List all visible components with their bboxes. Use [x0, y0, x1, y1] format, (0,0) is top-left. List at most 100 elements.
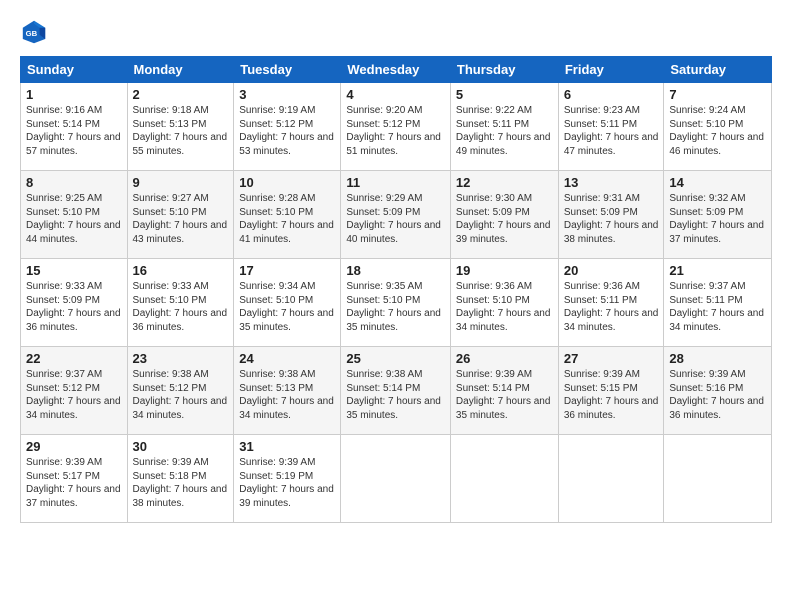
calendar-cell: [664, 435, 772, 523]
day-info: Sunrise: 9:25 AM Sunset: 5:10 PM Dayligh…: [26, 192, 122, 246]
calendar-week-row: 29 Sunrise: 9:39 AM Sunset: 5:17 PM Dayli…: [21, 435, 772, 523]
day-number: 10: [239, 175, 335, 190]
day-number: 28: [669, 351, 766, 366]
day-info: Sunrise: 9:18 AM Sunset: 5:13 PM Dayligh…: [133, 104, 229, 158]
calendar-cell: 2Sunrise: 9:18 AM Sunset: 5:13 PM Daylig…: [127, 83, 234, 171]
calendar-cell: 9 Sunrise: 9:27 AM Sunset: 5:10 PM Daylig…: [127, 171, 234, 259]
calendar-cell: 16 Sunrise: 9:33 AM Sunset: 5:10 PM Dayli…: [127, 259, 234, 347]
day-info: Sunrise: 9:39 AM Sunset: 5:17 PM Dayligh…: [26, 456, 122, 510]
logo-icon: GB: [20, 18, 48, 46]
day-number: 24: [239, 351, 335, 366]
day-number: 1: [26, 87, 122, 102]
day-number: 6: [564, 87, 659, 102]
calendar-cell: [341, 435, 451, 523]
calendar-cell: 12 Sunrise: 9:30 AM Sunset: 5:09 PM Dayli…: [450, 171, 558, 259]
calendar-cell: 3 Sunrise: 9:19 AM Sunset: 5:12 PM Daylig…: [234, 83, 341, 171]
calendar-week-row: 8 Sunrise: 9:25 AM Sunset: 5:10 PM Daylig…: [21, 171, 772, 259]
day-number: 7: [669, 87, 766, 102]
logo: GB: [20, 18, 52, 46]
day-info: Sunrise: 9:33 AM Sunset: 5:10 PM Dayligh…: [133, 280, 229, 334]
svg-text:GB: GB: [26, 29, 38, 38]
day-info: Sunrise: 9:28 AM Sunset: 5:10 PM Dayligh…: [239, 192, 335, 246]
calendar-cell: 22 Sunrise: 9:37 AM Sunset: 5:12 PM Dayli…: [21, 347, 128, 435]
calendar-cell: 4Sunrise: 9:20 AM Sunset: 5:12 PM Daylig…: [341, 83, 451, 171]
day-number: 30: [133, 439, 229, 454]
day-info: Sunrise: 9:36 AM Sunset: 5:10 PM Dayligh…: [456, 280, 553, 334]
day-info: Sunrise: 9:35 AM Sunset: 5:10 PM Dayligh…: [346, 280, 445, 334]
day-info: Sunrise: 9:38 AM Sunset: 5:12 PM Dayligh…: [133, 368, 229, 422]
calendar-cell: [450, 435, 558, 523]
day-number: 21: [669, 263, 766, 278]
day-info: Sunrise: 9:23 AM Sunset: 5:11 PM Dayligh…: [564, 104, 659, 158]
header: GB: [20, 18, 772, 46]
weekday-header: Thursday: [450, 57, 558, 83]
day-info: Sunrise: 9:36 AM Sunset: 5:11 PM Dayligh…: [564, 280, 659, 334]
calendar-cell: 20 Sunrise: 9:36 AM Sunset: 5:11 PM Dayli…: [558, 259, 664, 347]
day-info: Sunrise: 9:38 AM Sunset: 5:14 PM Dayligh…: [346, 368, 445, 422]
day-number: 4: [346, 87, 445, 102]
calendar-cell: 5Sunrise: 9:22 AM Sunset: 5:11 PM Daylig…: [450, 83, 558, 171]
day-info: Sunrise: 9:19 AM Sunset: 5:12 PM Dayligh…: [239, 104, 335, 158]
day-info: Sunrise: 9:39 AM Sunset: 5:18 PM Dayligh…: [133, 456, 229, 510]
day-info: Sunrise: 9:33 AM Sunset: 5:09 PM Dayligh…: [26, 280, 122, 334]
day-info: Sunrise: 9:22 AM Sunset: 5:11 PM Dayligh…: [456, 104, 553, 158]
calendar-cell: 27 Sunrise: 9:39 AM Sunset: 5:15 PM Dayli…: [558, 347, 664, 435]
calendar-cell: 17 Sunrise: 9:34 AM Sunset: 5:10 PM Dayli…: [234, 259, 341, 347]
weekday-header: Tuesday: [234, 57, 341, 83]
day-info: Sunrise: 9:39 AM Sunset: 5:16 PM Dayligh…: [669, 368, 766, 422]
day-info: Sunrise: 9:32 AM Sunset: 5:09 PM Dayligh…: [669, 192, 766, 246]
day-number: 9: [133, 175, 229, 190]
day-number: 22: [26, 351, 122, 366]
day-number: 27: [564, 351, 659, 366]
day-number: 18: [346, 263, 445, 278]
calendar-cell: 30 Sunrise: 9:39 AM Sunset: 5:18 PM Dayli…: [127, 435, 234, 523]
calendar-week-row: 15 Sunrise: 9:33 AM Sunset: 5:09 PM Dayli…: [21, 259, 772, 347]
day-number: 3: [239, 87, 335, 102]
calendar-cell: 1 Sunrise: 9:16 AM Sunset: 5:14 PM Daylig…: [21, 83, 128, 171]
day-number: 12: [456, 175, 553, 190]
day-number: 14: [669, 175, 766, 190]
day-info: Sunrise: 9:16 AM Sunset: 5:14 PM Dayligh…: [26, 104, 122, 158]
day-info: Sunrise: 9:39 AM Sunset: 5:15 PM Dayligh…: [564, 368, 659, 422]
calendar-header-row: SundayMondayTuesdayWednesdayThursdayFrid…: [21, 57, 772, 83]
day-number: 8: [26, 175, 122, 190]
calendar-cell: 10 Sunrise: 9:28 AM Sunset: 5:10 PM Dayli…: [234, 171, 341, 259]
calendar-cell: [558, 435, 664, 523]
day-number: 26: [456, 351, 553, 366]
day-number: 13: [564, 175, 659, 190]
day-info: Sunrise: 9:30 AM Sunset: 5:09 PM Dayligh…: [456, 192, 553, 246]
calendar-cell: 7 Sunrise: 9:24 AM Sunset: 5:10 PM Daylig…: [664, 83, 772, 171]
calendar-cell: 13 Sunrise: 9:31 AM Sunset: 5:09 PM Dayli…: [558, 171, 664, 259]
calendar-cell: 14 Sunrise: 9:32 AM Sunset: 5:09 PM Dayli…: [664, 171, 772, 259]
calendar-cell: 8 Sunrise: 9:25 AM Sunset: 5:10 PM Daylig…: [21, 171, 128, 259]
day-info: Sunrise: 9:39 AM Sunset: 5:14 PM Dayligh…: [456, 368, 553, 422]
calendar-cell: 23Sunrise: 9:38 AM Sunset: 5:12 PM Dayli…: [127, 347, 234, 435]
weekday-header: Saturday: [664, 57, 772, 83]
weekday-header: Sunday: [21, 57, 128, 83]
day-number: 29: [26, 439, 122, 454]
day-number: 25: [346, 351, 445, 366]
day-info: Sunrise: 9:37 AM Sunset: 5:12 PM Dayligh…: [26, 368, 122, 422]
calendar-table: SundayMondayTuesdayWednesdayThursdayFrid…: [20, 56, 772, 523]
page: GB SundayMondayTuesdayWednesdayThursdayF…: [0, 0, 792, 612]
day-info: Sunrise: 9:31 AM Sunset: 5:09 PM Dayligh…: [564, 192, 659, 246]
calendar-cell: 24Sunrise: 9:38 AM Sunset: 5:13 PM Dayli…: [234, 347, 341, 435]
day-info: Sunrise: 9:34 AM Sunset: 5:10 PM Dayligh…: [239, 280, 335, 334]
day-info: Sunrise: 9:27 AM Sunset: 5:10 PM Dayligh…: [133, 192, 229, 246]
day-number: 15: [26, 263, 122, 278]
day-number: 16: [133, 263, 229, 278]
day-info: Sunrise: 9:24 AM Sunset: 5:10 PM Dayligh…: [669, 104, 766, 158]
calendar-cell: 31Sunrise: 9:39 AM Sunset: 5:19 PM Dayli…: [234, 435, 341, 523]
day-number: 11: [346, 175, 445, 190]
weekday-header: Wednesday: [341, 57, 451, 83]
weekday-header: Monday: [127, 57, 234, 83]
calendar-cell: 29 Sunrise: 9:39 AM Sunset: 5:17 PM Dayli…: [21, 435, 128, 523]
day-number: 20: [564, 263, 659, 278]
day-number: 17: [239, 263, 335, 278]
calendar-cell: 18 Sunrise: 9:35 AM Sunset: 5:10 PM Dayli…: [341, 259, 451, 347]
calendar-cell: 25 Sunrise: 9:38 AM Sunset: 5:14 PM Dayli…: [341, 347, 451, 435]
calendar-cell: 15 Sunrise: 9:33 AM Sunset: 5:09 PM Dayli…: [21, 259, 128, 347]
calendar-cell: 11Sunrise: 9:29 AM Sunset: 5:09 PM Dayli…: [341, 171, 451, 259]
calendar-cell: 28 Sunrise: 9:39 AM Sunset: 5:16 PM Dayli…: [664, 347, 772, 435]
day-number: 19: [456, 263, 553, 278]
